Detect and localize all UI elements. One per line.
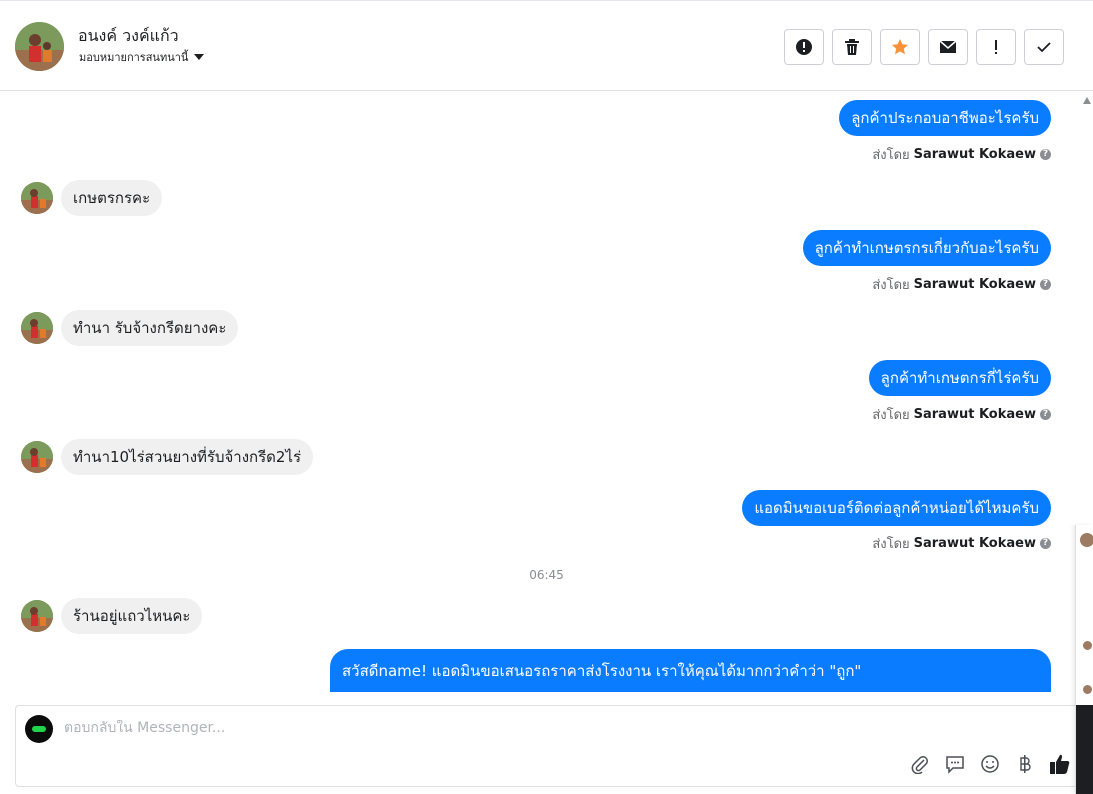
check-icon — [1037, 42, 1051, 53]
scroll-up-arrow-icon[interactable] — [1083, 97, 1091, 104]
incoming-message-row: ร้านอยู่แถวไหนคะ — [21, 598, 203, 634]
chat-head-avatar[interactable] — [1080, 533, 1093, 547]
composer-tools — [909, 753, 1071, 775]
sender-name: Sarawut Kokaew — [913, 277, 1036, 292]
side-dark-panel — [1076, 705, 1093, 794]
contact-avatar-small — [21, 312, 53, 344]
reply-input[interactable] — [64, 720, 664, 736]
contact-avatar-small — [21, 441, 53, 473]
sent-by-label: ส่งโดย Sarawut Kokaew ? — [872, 144, 1051, 165]
mark-unread-button[interactable] — [928, 29, 968, 65]
sent-by-prefix: ส่งโดย — [872, 278, 910, 293]
contact-avatar-small — [21, 600, 53, 632]
assign-label: มอบหมายการสนทนานี้ — [79, 51, 189, 64]
outgoing-message: ลูกค้าประกอบอาชีพอะไรครับ — [839, 100, 1051, 136]
outgoing-message: ลูกค้าทำเกษตรกรเกี่ยวกับอะไรครับ — [802, 230, 1051, 266]
outgoing-message: สวัสดีname! แอดมินขอเสนอรถราคาส่งโรงงาน … — [330, 649, 1051, 692]
conversation-actions — [784, 29, 1064, 65]
page-logo-icon — [25, 715, 53, 743]
paperclip-icon[interactable] — [909, 753, 931, 775]
trash-icon — [845, 39, 859, 55]
help-icon[interactable]: ? — [1040, 409, 1051, 420]
help-icon[interactable]: ? — [1040, 538, 1051, 549]
sent-by-label: ส่งโดย Sarawut Kokaew ? — [872, 404, 1051, 425]
sender-name: Sarawut Kokaew — [913, 407, 1036, 422]
contact-avatar[interactable] — [15, 22, 64, 71]
thumbs-up-icon[interactable] — [1049, 753, 1071, 775]
delete-button[interactable] — [832, 29, 872, 65]
contact-avatar-small — [21, 182, 53, 214]
incoming-message: ร้านอยู่แถวไหนคะ — [61, 598, 203, 634]
incoming-message-row: ทำนา10ไร่สวนยางที่รับจ้างกรีด2ไร่ — [21, 439, 314, 475]
report-spam-button[interactable] — [784, 29, 824, 65]
caret-down-icon — [194, 54, 205, 60]
sent-by-prefix: ส่งโดย — [872, 408, 910, 423]
chat-head-avatar[interactable] — [1083, 641, 1092, 650]
sent-by-prefix: ส่งโดย — [872, 148, 910, 163]
star-icon — [892, 39, 908, 55]
sent-by-prefix: ส่งโดย — [872, 537, 910, 552]
help-icon[interactable]: ? — [1040, 149, 1051, 160]
assign-conversation-dropdown[interactable]: มอบหมายการสนทนานี้ — [79, 48, 205, 66]
help-icon[interactable]: ? — [1040, 279, 1051, 290]
sender-name: Sarawut Kokaew — [913, 147, 1036, 162]
exclamation-icon — [995, 40, 997, 54]
mark-done-button[interactable] — [1024, 29, 1064, 65]
incoming-message-row: เกษตรกรคะ — [21, 180, 163, 216]
incoming-message: ทำนา10ไร่สวนยางที่รับจ้างกรีด2ไร่ — [61, 439, 314, 475]
star-button[interactable] — [880, 29, 920, 65]
outgoing-message: แอดมินขอเบอร์ติดต่อลูกค้าหน่อยได้ไหมครับ — [742, 490, 1051, 526]
sent-by-label: ส่งโดย Sarawut Kokaew ? — [872, 533, 1051, 554]
incoming-message: ทำนา รับจ้างกรีดยางคะ — [61, 310, 239, 346]
follow-up-button[interactable] — [976, 29, 1016, 65]
alert-circle-icon — [796, 39, 812, 55]
message-thread[interactable]: ลูกค้าประกอบอาชีพอะไรครับ ส่งโดย Sarawut… — [0, 92, 1080, 692]
contact-name: อนงค์ วงค์แก้ว — [78, 26, 179, 45]
incoming-message: เกษตรกรคะ — [61, 180, 163, 216]
conversation-header: อนงค์ วงค์แก้ว มอบหมายการสนทนานี้ — [0, 0, 1093, 91]
incoming-message-row: ทำนา รับจ้างกรีดยางคะ — [21, 310, 239, 346]
sent-by-label: ส่งโดย Sarawut Kokaew ? — [872, 274, 1051, 295]
reply-composer — [15, 705, 1080, 787]
baht-icon[interactable] — [1014, 753, 1036, 775]
envelope-icon — [939, 40, 957, 53]
message-timestamp: 06:45 — [529, 568, 564, 582]
emoji-icon[interactable] — [979, 753, 1001, 775]
saved-replies-icon[interactable] — [944, 753, 966, 775]
outgoing-message: ลูกค้าทำเกษตกรกี่ไร่ครับ — [868, 360, 1051, 396]
chat-heads-panel — [1075, 525, 1093, 794]
chat-head-avatar[interactable] — [1083, 685, 1092, 694]
sender-name: Sarawut Kokaew — [913, 536, 1036, 551]
